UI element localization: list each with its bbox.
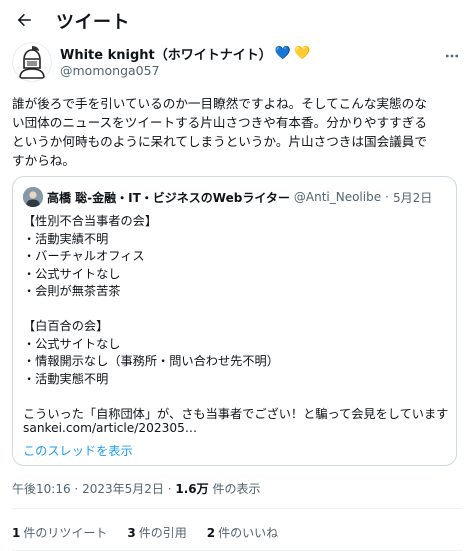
quoted-tweet-card[interactable]: 高橋 聡-金融・IT・ビジネスのWebライター @Anti_Neolibe · … bbox=[12, 176, 457, 466]
tweet-text-line: すからね。 bbox=[12, 153, 75, 168]
quoted-text-line: ・公式サイトなし bbox=[23, 266, 121, 281]
more-dots-icon bbox=[446, 54, 458, 58]
likes-stat[interactable]: 2 件のいいね bbox=[207, 524, 278, 541]
quoted-text-line: 【白百合の会】 bbox=[23, 319, 109, 333]
quotes-stat[interactable]: 3 件の引用 bbox=[127, 524, 186, 541]
quoted-text-line: 【性別不合当事者の会】 bbox=[23, 214, 158, 228]
blue-heart-icon: 💙 bbox=[274, 46, 291, 61]
retweets-count: 1 bbox=[12, 526, 21, 540]
quoted-text-blank bbox=[23, 301, 448, 319]
yellow-heart-icon: 💛 bbox=[293, 46, 311, 61]
quoted-date: 5月2日 bbox=[392, 190, 433, 205]
tweet-text-line: というか何時ものように呆れてしまうというか。片山さつきは国会議員で bbox=[12, 134, 427, 149]
quoted-text-line: ・情報開示なし（事務所・問い合わせ先不明） bbox=[23, 354, 279, 368]
tweet-text: 誰が後ろで手を引いているのか一目瞭然ですよね。そしてこんな実態のな い団体のニュ… bbox=[12, 94, 464, 170]
quoted-tweet-header: 高橋 聡-金融・IT・ビジネスのWebライター @Anti_Neolibe · … bbox=[23, 187, 453, 207]
separator-dot: · bbox=[167, 482, 172, 496]
quoted-text-blank bbox=[23, 388, 448, 406]
page-title: ツイート bbox=[56, 12, 130, 33]
knight-avatar-icon bbox=[12, 42, 52, 82]
tweet-meta: 午後10:16 · 2023年5月2日 · 1.6万 件の表示 bbox=[12, 480, 260, 497]
quoted-text-line: ・活動実態不明 bbox=[23, 371, 109, 386]
tweet-date[interactable]: 2023年5月2日 bbox=[82, 482, 164, 496]
views-label: 件の表示 bbox=[212, 482, 261, 496]
likes-label: 件のいいね bbox=[218, 526, 279, 540]
divider bbox=[12, 508, 462, 509]
quoted-text-line: ・公式サイトなし bbox=[23, 336, 121, 351]
author-handle[interactable]: @momonga057 bbox=[60, 63, 160, 78]
quoted-text-line: ・バーチャルオフィス bbox=[23, 249, 145, 263]
views-count: 1.6万 bbox=[175, 482, 209, 496]
likes-count: 2 bbox=[206, 526, 216, 540]
quoted-link[interactable]: sankei.com/article/202305… bbox=[23, 421, 197, 435]
quoted-tweet-text: 【性別不合当事者の会】 ・活動実績不明 ・バーチャルオフィス ・公式サイトなし … bbox=[23, 213, 448, 423]
tweet-text-line: 誰が後ろで手を引いているのか一目瞭然ですよね。そしてこんな実態のな bbox=[12, 96, 427, 111]
separator-dot: · bbox=[385, 190, 389, 204]
show-thread-link[interactable]: このスレッドを表示 bbox=[23, 441, 133, 459]
retweets-stat[interactable]: 1 件のリツイート bbox=[12, 524, 107, 541]
avatar[interactable] bbox=[12, 42, 52, 82]
tweet-text-line: い団体のニュースをツイートする片山さつきや有本香。分かりやすすぎる bbox=[12, 115, 427, 130]
more-options-button[interactable] bbox=[442, 46, 462, 66]
quoted-avatar bbox=[23, 187, 43, 207]
back-button[interactable] bbox=[8, 4, 40, 36]
quoted-text-line: ・活動実績不明 bbox=[23, 231, 109, 246]
author-name[interactable]: White knight（ホワイトナイト） bbox=[60, 44, 272, 63]
quotes-label: 件の引用 bbox=[138, 526, 187, 540]
quoted-author-handle: @Anti_Neolibe bbox=[293, 190, 382, 204]
quoted-text-line: ・会則が無茶苦茶 bbox=[23, 284, 121, 298]
engagement-stats: 1 件のリツイート 3 件の引用 2 件のいいね bbox=[12, 524, 278, 541]
tweet-author: White knight（ホワイトナイト） 💙 💛 @momonga057 bbox=[12, 40, 462, 88]
tweet-time[interactable]: 午後10:16 bbox=[12, 482, 71, 496]
retweets-label: 件のリツイート bbox=[23, 526, 108, 540]
author-name-row: White knight（ホワイトナイト） 💙 💛 bbox=[60, 44, 310, 63]
separator-dot: · bbox=[74, 482, 79, 496]
quoted-author-name: 高橋 聡-金融・IT・ビジネスのWebライター bbox=[47, 190, 290, 205]
top-bar: ツイート bbox=[0, 0, 474, 40]
quotes-count: 3 bbox=[127, 526, 136, 540]
person-avatar-icon bbox=[23, 187, 43, 207]
arrow-left-icon bbox=[17, 13, 31, 27]
